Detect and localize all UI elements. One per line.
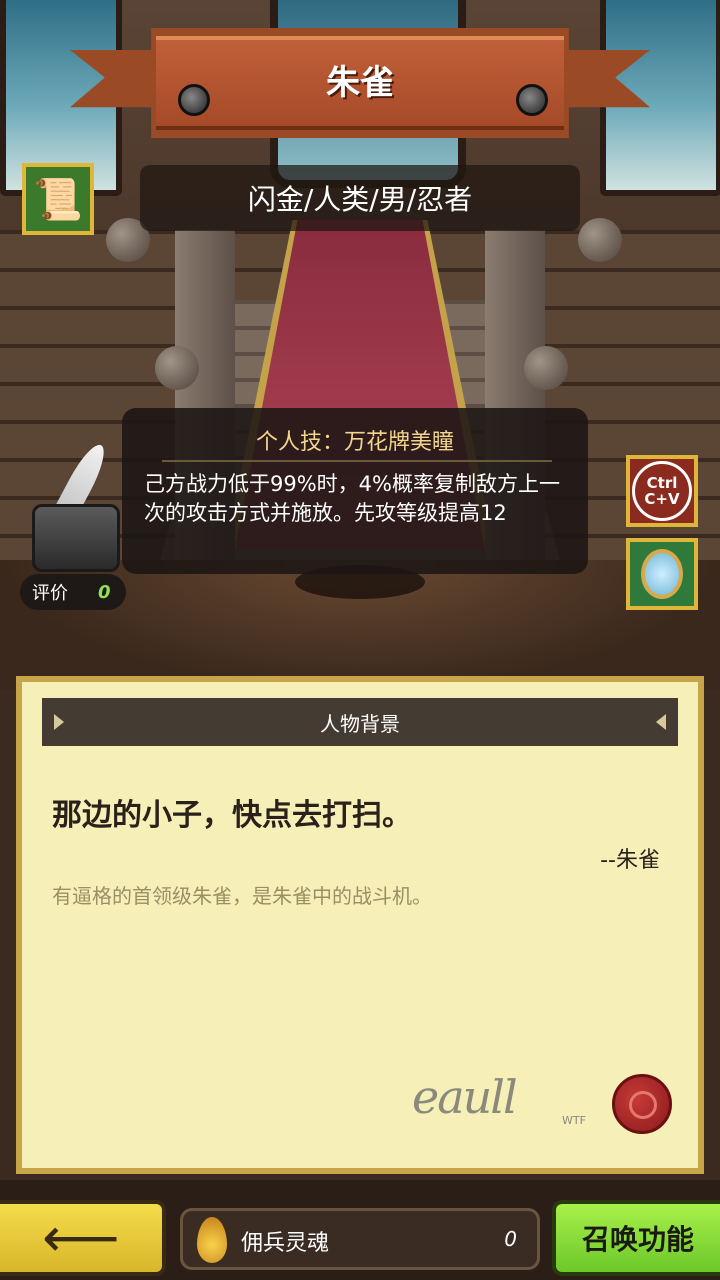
back-button[interactable]: ⟵ [0,1200,166,1276]
flame-soul-icon [197,1217,227,1263]
signature-image: eaull [412,1070,518,1124]
ctrl-label: Ctrl [646,474,678,492]
scroll-icon: 📜 [33,176,83,223]
ink-pot [32,504,120,572]
summon-button[interactable]: 召唤功能 [552,1200,720,1276]
soul-label: 佣兵灵魂 [241,1231,330,1256]
panel-header: 人物背景 [42,698,678,746]
background-story-panel: 人物背景 那边的小子，快点去打扫。 --朱雀 有逼格的首领级朱雀，是朱雀中的战斗… [16,676,704,1174]
character-name: 朱雀 [326,63,394,103]
skill-description: 己方战力低于99%时，4%概率复制敌方上一次的攻击方式并施放。先攻等级提高12 [144,472,560,525]
character-bio: 有逼格的首领级朱雀，是朱雀中的战斗机。 [52,884,432,908]
wax-seal-icon [612,1074,672,1134]
skill-divider [162,460,552,462]
rating-badge: 评价 0 [20,574,126,610]
hand-mirror-icon [641,549,683,599]
rating-value: 0 [98,581,111,603]
soul-value: 0 [504,1227,517,1251]
mercenary-soul-counter: 佣兵灵魂 0 [180,1208,540,1270]
quote-author: --朱雀 [600,848,660,873]
triangle-left-icon [54,714,64,730]
ctrl-cv-icon: Ctrl C+V [632,461,692,521]
skill-panel: 个人技：万花牌美瞳 己方战力低于99%时，4%概率复制敌方上一次的攻击方式并施放… [122,408,588,574]
skill-title: 个人技：万花牌美瞳 [255,430,454,455]
scroll-button[interactable]: 📜 [22,163,94,235]
left-arrow-icon: ⟵ [42,1206,120,1269]
triangle-right-icon [656,714,666,730]
copy-paste-button[interactable]: Ctrl C+V [626,455,698,527]
name-banner: 朱雀 [70,28,650,138]
signature-sub: WTF [562,1114,586,1127]
inkwell-quill-icon[interactable] [28,439,120,572]
railing-ball [524,346,568,390]
railing-ball [578,218,622,262]
character-quote: 那边的小子，快点去打扫。 [52,798,412,833]
character-info: 闪金/人类/男/忍者 [140,165,580,231]
cv-label: C+V [644,490,680,508]
mirror-button[interactable] [626,538,698,610]
panel-header-label: 人物背景 [320,711,400,736]
railing-ball [155,346,199,390]
rating-label: 评价 [32,583,68,604]
